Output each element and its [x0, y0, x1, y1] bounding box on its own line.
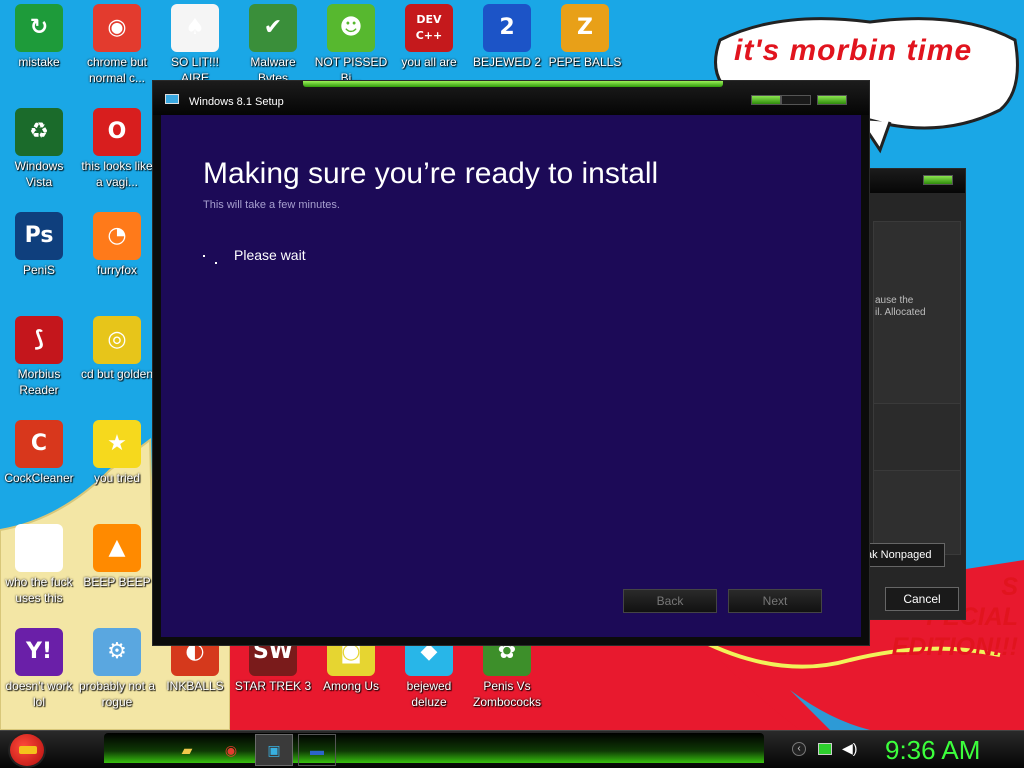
setup-window-icon	[165, 94, 179, 104]
desktop-icon[interactable]: ◉ chrome but normal c...	[78, 4, 156, 86]
desktop-icon[interactable]: ♠ SO LIT!!! AIRE	[156, 4, 234, 86]
maximize-button[interactable]	[781, 95, 811, 105]
desktop-icon-label: Penis Vs Zombococks	[472, 679, 542, 709]
app-icon: ✔	[249, 4, 297, 52]
app-icon: O	[93, 108, 141, 156]
taskbar: ▰ ◉ ▣ ▬ ‹ ◀) 9:36 AM	[0, 730, 1024, 768]
desktop-icon-label: mistake	[18, 55, 60, 69]
app-icon: ⚡	[15, 524, 63, 572]
taskbar-chrome-icon[interactable]: ◉	[212, 734, 250, 766]
taskbar-setup-icon[interactable]: ▣	[255, 734, 293, 766]
desktop-icon[interactable]: Z PEPE BALLS	[546, 4, 624, 70]
next-button[interactable]: Next	[728, 589, 822, 613]
tray-chevron-icon[interactable]: ‹	[792, 742, 806, 756]
app-icon: DEV C++	[405, 4, 453, 52]
desktop-icon-label: chrome but normal c...	[86, 55, 148, 85]
cancel-button[interactable]: Cancel	[885, 587, 959, 611]
desktop-icon-label: who the fuck uses this	[5, 575, 73, 605]
desktop-icon[interactable]: Y! doesn't work lol	[0, 628, 78, 710]
desktop-icon[interactable]: C CockCleaner	[0, 420, 78, 486]
app-icon: ◉	[93, 4, 141, 52]
setup-window-title: Windows 8.1 Setup	[189, 96, 284, 108]
app-icon: ◔	[93, 212, 141, 260]
resource-window-text: ause the il. Allocated	[875, 295, 926, 318]
app-icon: Y!	[15, 628, 63, 676]
desktop-icon[interactable]: Ps PeniS	[0, 212, 78, 278]
setup-window[interactable]: Windows 8.1 Setup Making sure you’re rea…	[152, 80, 870, 646]
desktop-icon-label: PEPE BALLS	[548, 55, 622, 69]
app-icon: 2	[483, 4, 531, 52]
app-icon: Z	[561, 4, 609, 52]
desktop-icon[interactable]: ✔ Malware Bytes	[234, 4, 312, 86]
setup-status: Please wait	[234, 247, 306, 263]
desktop-icon-label: you all are	[401, 55, 457, 69]
setup-content: Making sure you’re ready to install This…	[161, 115, 861, 637]
resource-window-control[interactable]	[923, 175, 953, 185]
titlebar-accent	[303, 81, 723, 87]
resource-window-panel	[873, 221, 961, 555]
clock[interactable]: 9:36 AM	[885, 735, 980, 766]
desktop-icon[interactable]: ◎ cd but golden	[78, 316, 156, 382]
tray-volume-icon[interactable]: ◀)	[842, 740, 857, 757]
desktop-icon-label: probably not a rogue	[78, 679, 156, 709]
desktop-icon-label: STAR TREK 3	[234, 679, 312, 693]
app-icon: ♠	[171, 4, 219, 52]
desktop-icon-label: PeniS	[22, 263, 56, 277]
desktop-icon[interactable]: 2 BEJEWED 2	[468, 4, 546, 70]
desktop-icon-label: BEEP BEEP	[83, 575, 151, 589]
app-icon: ↻	[15, 4, 63, 52]
desktop-icon-label: INKBALLS	[166, 679, 224, 693]
spinner-icon	[203, 251, 219, 267]
desktop-icon-label: Windows Vista	[14, 159, 64, 189]
desktop-icon-label: Morbius Reader	[17, 367, 61, 397]
desktop-icon-label: bejewed deluze	[406, 679, 452, 709]
desktop-icon[interactable]: ◔ furryfox	[78, 212, 156, 278]
desktop-icon[interactable]: Othis looks like a vagi...	[78, 108, 156, 190]
desktop-icon-label: Among Us	[322, 679, 380, 693]
app-icon: ♻	[15, 108, 63, 156]
desktop-icon-label: CockCleaner	[4, 471, 74, 485]
angry-bird-icon	[19, 746, 37, 754]
desktop-icon[interactable]: ⚙ probably not a rogue	[78, 628, 156, 710]
desktop-icon[interactable]: ⟆ Morbius Reader	[0, 316, 78, 398]
desktop-icon[interactable]: ★ you tried	[78, 420, 156, 486]
close-button[interactable]	[817, 95, 847, 105]
desktop-icon[interactable]: ▲ BEEP BEEP	[78, 524, 156, 590]
desktop-icon[interactable]: ☻ NOT PISSED Bi...	[312, 4, 390, 86]
desktop-icon-label: doesn't work lol	[5, 679, 73, 709]
setup-subheading: This will take a few minutes.	[203, 199, 340, 211]
desktop-icon[interactable]: ↻ mistake	[0, 4, 78, 70]
desktop-icon-label: cd but golden	[80, 367, 154, 381]
desktop-icon-label: you tried	[93, 471, 141, 485]
app-icon: ⟆	[15, 316, 63, 364]
resource-window-box	[873, 403, 961, 471]
desktop-icon[interactable]: ♻ Windows Vista	[0, 108, 78, 190]
nonpaged-button[interactable]: ak Nonpaged	[861, 543, 945, 567]
desktop-icon-label: BEJEWED 2	[472, 55, 541, 69]
taskbar-window-icon[interactable]: ▬	[298, 734, 336, 766]
setup-heading: Making sure you’re ready to install	[203, 157, 659, 190]
tray-network-icon[interactable]	[818, 743, 832, 755]
app-icon: ⚙	[93, 628, 141, 676]
app-icon: Ps	[15, 212, 63, 260]
app-icon: ◎	[93, 316, 141, 364]
taskbar-explorer-icon[interactable]: ▰	[168, 734, 206, 766]
desktop-icon-label: this looks like a vagi...	[81, 159, 153, 189]
desktop-icon-label: furryfox	[96, 263, 137, 277]
start-button[interactable]	[8, 732, 46, 768]
back-button[interactable]: Back	[623, 589, 717, 613]
setup-window-titlebar[interactable]: Windows 8.1 Setup	[153, 81, 869, 115]
minimize-button[interactable]	[751, 95, 781, 105]
speech-bubble-text: it's morbin time	[734, 34, 973, 67]
desktop-icon[interactable]: DEV C++ you all are	[390, 4, 468, 70]
desktop-icon[interactable]: ⚡ who the fuck uses this	[0, 524, 78, 606]
app-icon: ☻	[327, 4, 375, 52]
app-icon: ▲	[93, 524, 141, 572]
app-icon: ★	[93, 420, 141, 468]
app-icon: C	[15, 420, 63, 468]
